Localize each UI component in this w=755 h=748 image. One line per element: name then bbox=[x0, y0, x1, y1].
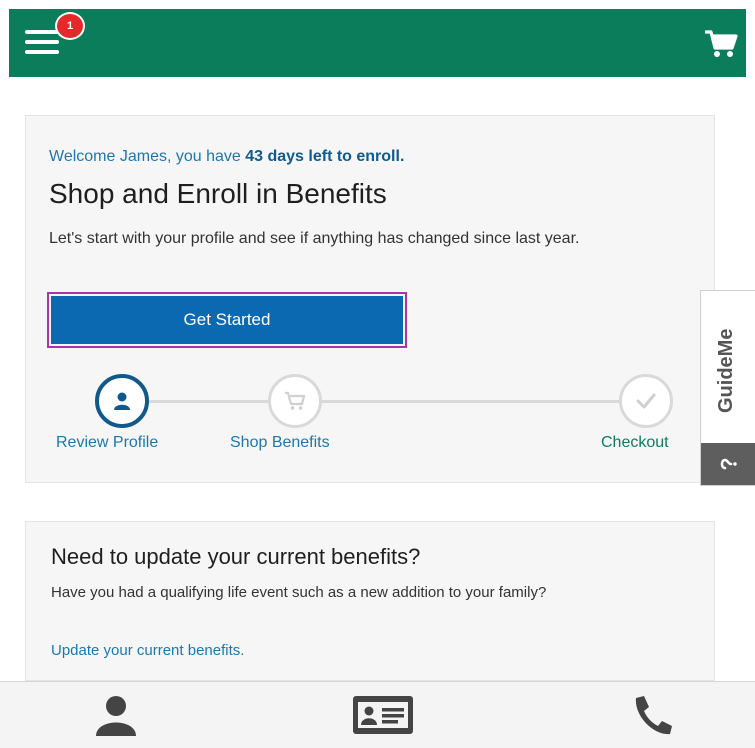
phone-icon bbox=[635, 696, 672, 735]
get-started-button[interactable]: Get Started bbox=[51, 296, 403, 344]
update-benefits-link[interactable]: Update your current benefits. bbox=[51, 642, 244, 659]
notification-badge[interactable]: 1 bbox=[55, 12, 85, 40]
step-label-review-profile[interactable]: Review Profile bbox=[56, 434, 158, 452]
cart-icon[interactable] bbox=[704, 29, 738, 59]
id-card-icon bbox=[353, 696, 413, 734]
progress-track bbox=[124, 400, 646, 403]
get-started-focus-ring: Get Started bbox=[47, 292, 407, 348]
step-label-shop-benefits[interactable]: Shop Benefits bbox=[230, 434, 330, 452]
page-title: Shop and Enroll in Benefits bbox=[49, 178, 387, 209]
update-benefits-panel: Need to update your current benefits? Ha… bbox=[25, 521, 715, 681]
profile-nav-button[interactable] bbox=[94, 694, 138, 741]
menu-bar bbox=[25, 50, 59, 54]
bottom-nav bbox=[0, 681, 755, 748]
app-header: 1 bbox=[9, 9, 746, 77]
step-shop-benefits[interactable] bbox=[268, 374, 322, 428]
guideme-label: GuideMe bbox=[715, 328, 737, 413]
enroll-panel: Welcome James, you have 43 days left to … bbox=[25, 115, 715, 483]
menu-button[interactable] bbox=[25, 30, 61, 58]
step-checkout[interactable] bbox=[619, 374, 673, 428]
enroll-description: Let's start with your profile and see if… bbox=[49, 230, 580, 247]
menu-bar bbox=[25, 40, 59, 44]
update-title: Need to update your current benefits? bbox=[51, 544, 421, 569]
welcome-prefix: Welcome James, you have bbox=[49, 148, 246, 165]
welcome-message: Welcome James, you have 43 days left to … bbox=[49, 148, 404, 166]
person-icon bbox=[96, 696, 136, 736]
days-left: 43 days left to enroll. bbox=[245, 148, 405, 165]
help-question-icon bbox=[701, 443, 755, 485]
check-icon bbox=[636, 393, 656, 409]
step-label-checkout[interactable]: Checkout bbox=[601, 434, 669, 452]
guideme-tab[interactable]: GuideMe bbox=[700, 290, 755, 486]
update-description: Have you had a qualifying life event suc… bbox=[51, 584, 547, 601]
id-card-nav-button[interactable] bbox=[352, 694, 414, 741]
person-icon bbox=[114, 392, 130, 410]
menu-bar bbox=[25, 30, 59, 34]
step-review-profile[interactable] bbox=[95, 374, 149, 428]
phone-nav-button[interactable] bbox=[630, 694, 674, 741]
cart-icon bbox=[285, 391, 306, 410]
